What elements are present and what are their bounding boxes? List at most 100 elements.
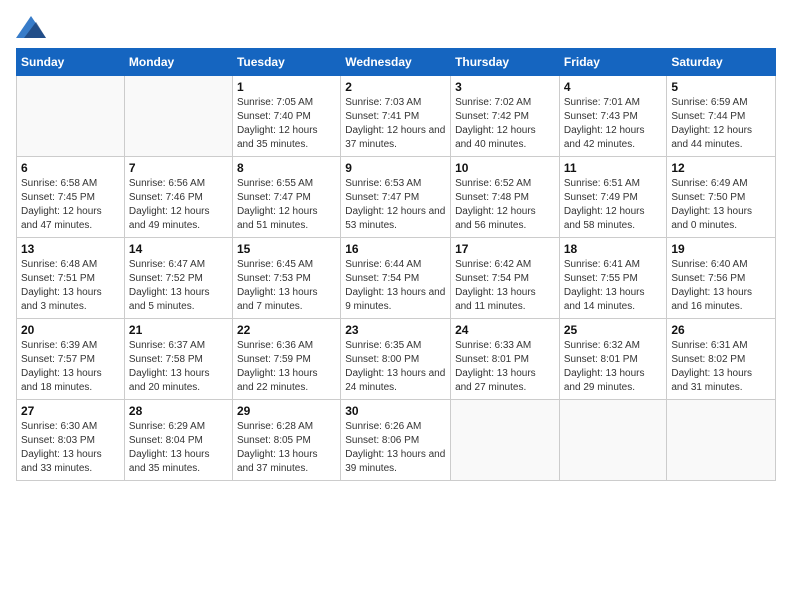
day-number: 1: [237, 80, 336, 94]
calendar-cell: 6 Sunrise: 6:58 AM Sunset: 7:45 PM Daylig…: [17, 157, 125, 238]
col-header-sunday: Sunday: [17, 49, 125, 76]
calendar-cell: 20 Sunrise: 6:39 AM Sunset: 7:57 PM Dayli…: [17, 319, 125, 400]
day-info: Sunrise: 6:53 AM Sunset: 7:47 PM Dayligh…: [345, 177, 446, 233]
day-number: 12: [671, 161, 771, 175]
calendar-cell: 19 Sunrise: 6:40 AM Sunset: 7:56 PM Dayli…: [667, 238, 776, 319]
calendar-cell: [667, 400, 776, 481]
day-info: Sunrise: 6:35 AM Sunset: 8:00 PM Dayligh…: [345, 339, 446, 395]
calendar-cell: [17, 76, 125, 157]
day-info: Sunrise: 6:45 AM Sunset: 7:53 PM Dayligh…: [237, 258, 336, 314]
day-number: 29: [237, 404, 336, 418]
logo-icon: [16, 16, 46, 38]
day-number: 18: [564, 242, 663, 256]
col-header-saturday: Saturday: [667, 49, 776, 76]
calendar-cell: 9 Sunrise: 6:53 AM Sunset: 7:47 PM Daylig…: [341, 157, 451, 238]
calendar-cell: 8 Sunrise: 6:55 AM Sunset: 7:47 PM Daylig…: [232, 157, 340, 238]
day-info: Sunrise: 6:36 AM Sunset: 7:59 PM Dayligh…: [237, 339, 336, 395]
day-info: Sunrise: 6:29 AM Sunset: 8:04 PM Dayligh…: [129, 420, 228, 476]
day-info: Sunrise: 6:37 AM Sunset: 7:58 PM Dayligh…: [129, 339, 228, 395]
day-number: 30: [345, 404, 446, 418]
day-info: Sunrise: 7:05 AM Sunset: 7:40 PM Dayligh…: [237, 96, 336, 152]
calendar-cell: 25 Sunrise: 6:32 AM Sunset: 8:01 PM Dayli…: [559, 319, 667, 400]
calendar-week-3: 13 Sunrise: 6:48 AM Sunset: 7:51 PM Dayli…: [17, 238, 776, 319]
page-header: [16, 16, 776, 38]
day-number: 20: [21, 323, 120, 337]
col-header-tuesday: Tuesday: [232, 49, 340, 76]
day-info: Sunrise: 6:44 AM Sunset: 7:54 PM Dayligh…: [345, 258, 446, 314]
calendar-cell: 16 Sunrise: 6:44 AM Sunset: 7:54 PM Dayli…: [341, 238, 451, 319]
day-number: 9: [345, 161, 446, 175]
calendar-cell: 24 Sunrise: 6:33 AM Sunset: 8:01 PM Dayli…: [451, 319, 560, 400]
col-header-monday: Monday: [124, 49, 232, 76]
day-number: 27: [21, 404, 120, 418]
day-info: Sunrise: 6:59 AM Sunset: 7:44 PM Dayligh…: [671, 96, 771, 152]
calendar-cell: 30 Sunrise: 6:26 AM Sunset: 8:06 PM Dayli…: [341, 400, 451, 481]
day-info: Sunrise: 6:52 AM Sunset: 7:48 PM Dayligh…: [455, 177, 555, 233]
day-info: Sunrise: 6:41 AM Sunset: 7:55 PM Dayligh…: [564, 258, 663, 314]
calendar-cell: 13 Sunrise: 6:48 AM Sunset: 7:51 PM Dayli…: [17, 238, 125, 319]
calendar-week-4: 20 Sunrise: 6:39 AM Sunset: 7:57 PM Dayli…: [17, 319, 776, 400]
day-info: Sunrise: 6:49 AM Sunset: 7:50 PM Dayligh…: [671, 177, 771, 233]
calendar-header-row: SundayMondayTuesdayWednesdayThursdayFrid…: [17, 49, 776, 76]
calendar-cell: 23 Sunrise: 6:35 AM Sunset: 8:00 PM Dayli…: [341, 319, 451, 400]
day-info: Sunrise: 6:33 AM Sunset: 8:01 PM Dayligh…: [455, 339, 555, 395]
calendar-week-2: 6 Sunrise: 6:58 AM Sunset: 7:45 PM Daylig…: [17, 157, 776, 238]
day-number: 14: [129, 242, 228, 256]
day-info: Sunrise: 6:48 AM Sunset: 7:51 PM Dayligh…: [21, 258, 120, 314]
calendar-cell: 11 Sunrise: 6:51 AM Sunset: 7:49 PM Dayli…: [559, 157, 667, 238]
day-info: Sunrise: 6:28 AM Sunset: 8:05 PM Dayligh…: [237, 420, 336, 476]
day-number: 26: [671, 323, 771, 337]
calendar-cell: 7 Sunrise: 6:56 AM Sunset: 7:46 PM Daylig…: [124, 157, 232, 238]
calendar-cell: 29 Sunrise: 6:28 AM Sunset: 8:05 PM Dayli…: [232, 400, 340, 481]
day-number: 25: [564, 323, 663, 337]
calendar-week-1: 1 Sunrise: 7:05 AM Sunset: 7:40 PM Daylig…: [17, 76, 776, 157]
day-info: Sunrise: 6:47 AM Sunset: 7:52 PM Dayligh…: [129, 258, 228, 314]
day-info: Sunrise: 7:03 AM Sunset: 7:41 PM Dayligh…: [345, 96, 446, 152]
day-info: Sunrise: 6:39 AM Sunset: 7:57 PM Dayligh…: [21, 339, 120, 395]
calendar-cell: 28Sunrise: 6:29 AM Sunset: 8:04 PM Dayli…: [124, 400, 232, 481]
calendar-cell: 26 Sunrise: 6:31 AM Sunset: 8:02 PM Dayli…: [667, 319, 776, 400]
day-number: 16: [345, 242, 446, 256]
day-number: 3: [455, 80, 555, 94]
calendar-week-5: 27 Sunrise: 6:30 AM Sunset: 8:03 PM Dayli…: [17, 400, 776, 481]
calendar-cell: 17Sunrise: 6:42 AM Sunset: 7:54 PM Dayli…: [451, 238, 560, 319]
day-info: Sunrise: 6:56 AM Sunset: 7:46 PM Dayligh…: [129, 177, 228, 233]
calendar-cell: 3 Sunrise: 7:02 AM Sunset: 7:42 PM Daylig…: [451, 76, 560, 157]
calendar-cell: 14 Sunrise: 6:47 AM Sunset: 7:52 PM Dayli…: [124, 238, 232, 319]
col-header-thursday: Thursday: [451, 49, 560, 76]
day-number: 24: [455, 323, 555, 337]
day-info: Sunrise: 6:30 AM Sunset: 8:03 PM Dayligh…: [21, 420, 120, 476]
day-info: Sunrise: 7:01 AM Sunset: 7:43 PM Dayligh…: [564, 96, 663, 152]
day-number: 5: [671, 80, 771, 94]
day-info: Sunrise: 6:32 AM Sunset: 8:01 PM Dayligh…: [564, 339, 663, 395]
calendar-cell: 22Sunrise: 6:36 AM Sunset: 7:59 PM Dayli…: [232, 319, 340, 400]
day-info: Sunrise: 6:51 AM Sunset: 7:49 PM Dayligh…: [564, 177, 663, 233]
calendar-cell: 12 Sunrise: 6:49 AM Sunset: 7:50 PM Dayli…: [667, 157, 776, 238]
calendar-cell: 10Sunrise: 6:52 AM Sunset: 7:48 PM Dayli…: [451, 157, 560, 238]
day-info: Sunrise: 6:58 AM Sunset: 7:45 PM Dayligh…: [21, 177, 120, 233]
calendar-cell: 15 Sunrise: 6:45 AM Sunset: 7:53 PM Dayli…: [232, 238, 340, 319]
calendar-cell: 1 Sunrise: 7:05 AM Sunset: 7:40 PM Daylig…: [232, 76, 340, 157]
day-info: Sunrise: 7:02 AM Sunset: 7:42 PM Dayligh…: [455, 96, 555, 152]
calendar-table: SundayMondayTuesdayWednesdayThursdayFrid…: [16, 48, 776, 481]
day-number: 6: [21, 161, 120, 175]
calendar-cell: 18 Sunrise: 6:41 AM Sunset: 7:55 PM Dayli…: [559, 238, 667, 319]
day-number: 4: [564, 80, 663, 94]
day-info: Sunrise: 6:26 AM Sunset: 8:06 PM Dayligh…: [345, 420, 446, 476]
day-number: 11: [564, 161, 663, 175]
day-info: Sunrise: 6:31 AM Sunset: 8:02 PM Dayligh…: [671, 339, 771, 395]
day-number: 15: [237, 242, 336, 256]
day-number: 13: [21, 242, 120, 256]
calendar-cell: [451, 400, 560, 481]
calendar-cell: 21Sunrise: 6:37 AM Sunset: 7:58 PM Dayli…: [124, 319, 232, 400]
day-number: 23: [345, 323, 446, 337]
day-number: 19: [671, 242, 771, 256]
calendar-cell: 27 Sunrise: 6:30 AM Sunset: 8:03 PM Dayli…: [17, 400, 125, 481]
calendar-cell: 2Sunrise: 7:03 AM Sunset: 7:41 PM Daylig…: [341, 76, 451, 157]
day-number: 7: [129, 161, 228, 175]
day-info: Sunrise: 6:55 AM Sunset: 7:47 PM Dayligh…: [237, 177, 336, 233]
day-number: 17: [455, 242, 555, 256]
calendar-cell: [559, 400, 667, 481]
day-info: Sunrise: 6:40 AM Sunset: 7:56 PM Dayligh…: [671, 258, 771, 314]
day-number: 8: [237, 161, 336, 175]
